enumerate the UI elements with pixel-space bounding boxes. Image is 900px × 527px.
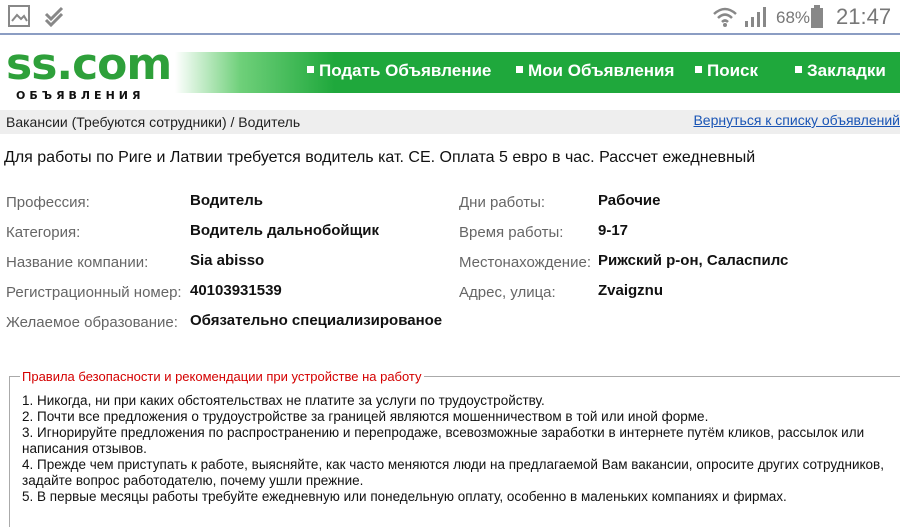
location-label: Местонахождение: bbox=[459, 254, 591, 271]
back-to-list-link[interactable]: Вернуться к списку объявлений bbox=[693, 112, 900, 128]
nav-bookmarks[interactable]: Закладки bbox=[795, 61, 886, 81]
bullet-square-icon bbox=[695, 66, 702, 73]
site-logo[interactable]: ss.com ОБЪЯВЛЕНИЯ bbox=[6, 39, 172, 102]
work-hours-value: 9-17 bbox=[598, 222, 629, 239]
work-days-label: Дни работы: bbox=[459, 194, 546, 211]
safety-rules-list: 1. Никогда, ни при каких обстоятельствах… bbox=[22, 393, 892, 505]
nav-post-ad[interactable]: Подать Объявление bbox=[307, 61, 491, 81]
wifi-icon bbox=[713, 7, 737, 27]
work-hours-label: Время работы: bbox=[459, 224, 564, 241]
nav-post-ad-label: Подать Объявление bbox=[319, 61, 492, 80]
education-value: Обязательно специализированое bbox=[190, 312, 443, 329]
address-label: Адрес, улица: bbox=[459, 284, 556, 301]
profession-value: Водитель bbox=[190, 192, 263, 209]
safety-rule: 4. Прежде чем приступать к работе, выясн… bbox=[22, 457, 884, 488]
nav-search-label: Поиск bbox=[707, 61, 759, 80]
safety-rule: 2. Почти все предложения о трудоустройст… bbox=[22, 409, 709, 424]
reg-number-value: 40103931539 bbox=[190, 282, 282, 299]
logo-subtitle: ОБЪЯВЛЕНИЯ bbox=[16, 89, 145, 102]
company-name-value: Sia abisso bbox=[190, 252, 265, 269]
breadcrumb-bar: Вакансии (Требуются сотрудники) / Водите… bbox=[0, 110, 900, 134]
main-nav: Подать Объявление Мои Объявления Поиск З… bbox=[175, 52, 900, 93]
logo-text: ss.com bbox=[6, 39, 172, 90]
safety-rules-title: Правила безопасности и рекомендации при … bbox=[20, 369, 424, 384]
battery-icon bbox=[811, 5, 823, 28]
nav-bookmarks-label: Закладки bbox=[807, 61, 886, 80]
nav-search[interactable]: Поиск bbox=[695, 61, 758, 81]
signal-icon bbox=[745, 7, 766, 27]
ad-description: Для работы по Риге и Латвии требуется во… bbox=[4, 149, 756, 166]
address-value: Zvaigznu bbox=[598, 282, 664, 299]
status-bar: 68% 21:47 bbox=[0, 0, 900, 35]
category-label: Категория: bbox=[6, 224, 81, 241]
safety-rule: 5. В первые месяцы работы требуйте ежедн… bbox=[22, 489, 787, 504]
safety-rule: 3. Игнорируйте предложения по распростра… bbox=[22, 425, 865, 456]
company-name-label: Название компании: bbox=[6, 254, 149, 271]
download-done-icon bbox=[44, 6, 64, 27]
location-value: Рижский р-он, Саласпилс bbox=[598, 252, 789, 269]
work-days-value: Рабочие bbox=[598, 192, 661, 209]
bullet-square-icon bbox=[516, 66, 523, 73]
battery-percent: 68% bbox=[776, 8, 811, 27]
site-header: ss.com ОБЪЯВЛЕНИЯ Подать Объявление Мои … bbox=[0, 35, 900, 108]
safety-rule: 1. Никогда, ни при каких обстоятельствах… bbox=[22, 393, 545, 408]
gallery-icon bbox=[8, 5, 30, 27]
clock: 21:47 bbox=[836, 4, 892, 29]
profession-label: Профессия: bbox=[6, 194, 90, 211]
nav-my-ads[interactable]: Мои Объявления bbox=[516, 61, 674, 81]
bullet-square-icon bbox=[795, 66, 802, 73]
education-label: Желаемое образование: bbox=[6, 314, 178, 331]
reg-number-label: Регистрационный номер: bbox=[6, 284, 182, 301]
breadcrumb[interactable]: Вакансии (Требуются сотрудники) / Водите… bbox=[6, 114, 300, 130]
nav-my-ads-label: Мои Объявления bbox=[528, 61, 675, 80]
bullet-square-icon bbox=[307, 66, 314, 73]
category-value: Водитель дальнобойщик bbox=[190, 222, 380, 239]
